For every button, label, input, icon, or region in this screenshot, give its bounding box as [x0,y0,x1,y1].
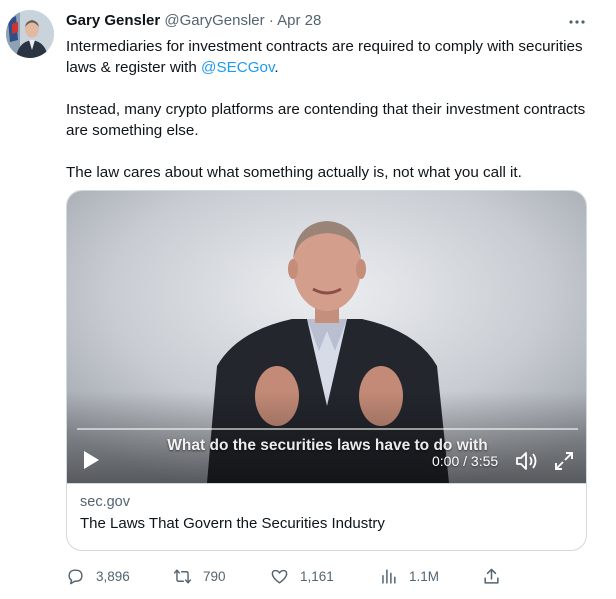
avatar[interactable] [6,10,54,58]
link-domain: sec.gov [80,494,130,510]
video-progress-bar[interactable] [77,428,578,430]
separator-dot: · [268,12,274,29]
link-info[interactable]: sec.gov The Laws That Govern the Securit… [67,483,586,550]
tweet-text-part: Intermediaries for investment contracts … [66,38,583,76]
fullscreen-icon[interactable] [554,451,574,471]
play-icon[interactable] [81,449,101,471]
tweet-actions: 3,896 790 1,161 1.1M [66,565,506,587]
more-horizontal-icon[interactable] [565,12,589,32]
video-caption: What do the securities laws have to do w… [167,437,488,454]
retweet-button[interactable]: 790 [173,565,226,587]
tweet-header: Gary Gensler @GaryGensler · Apr 28 [66,12,321,29]
tweet-paragraph-3: The law cares about what something actua… [66,164,522,181]
views-icon [382,568,396,584]
tweet-paragraph-2: Instead, many crypto platforms are conte… [66,101,586,139]
tweet[interactable]: Gary Gensler @GaryGensler · Apr 28 Inter… [0,0,616,599]
reply-count: 3,896 [96,568,130,584]
tweet-date[interactable]: Apr 28 [277,12,321,29]
heart-icon [271,569,288,584]
video-player[interactable]: What do the securities laws have to do w… [67,191,586,483]
share-icon [484,568,499,584]
share-button[interactable] [482,565,512,587]
tweet-text-part: . [274,59,279,76]
reply-icon [68,568,83,584]
reply-button[interactable]: 3,896 [66,565,130,587]
views-count: 1.1M [409,568,440,584]
retweet-count: 790 [203,568,226,584]
mention-link[interactable]: @SECGov [201,59,274,76]
tweet-text: Intermediaries for investment contracts … [66,36,586,204]
like-button[interactable]: 1,161 [270,565,334,587]
views-button[interactable]: 1.1M [379,565,439,587]
author-handle[interactable]: @GaryGensler [164,12,264,29]
author-name[interactable]: Gary Gensler [66,12,160,29]
link-title: The Laws That Govern the Securities Indu… [80,515,385,532]
retweet-icon [173,568,192,584]
video-timecode: 0:00 / 3:55 [432,453,499,469]
link-card[interactable]: What do the securities laws have to do w… [66,190,587,551]
tweet-paragraph-1: Intermediaries for investment contracts … [66,36,586,78]
like-count: 1,161 [300,568,334,584]
volume-icon[interactable] [515,450,539,472]
